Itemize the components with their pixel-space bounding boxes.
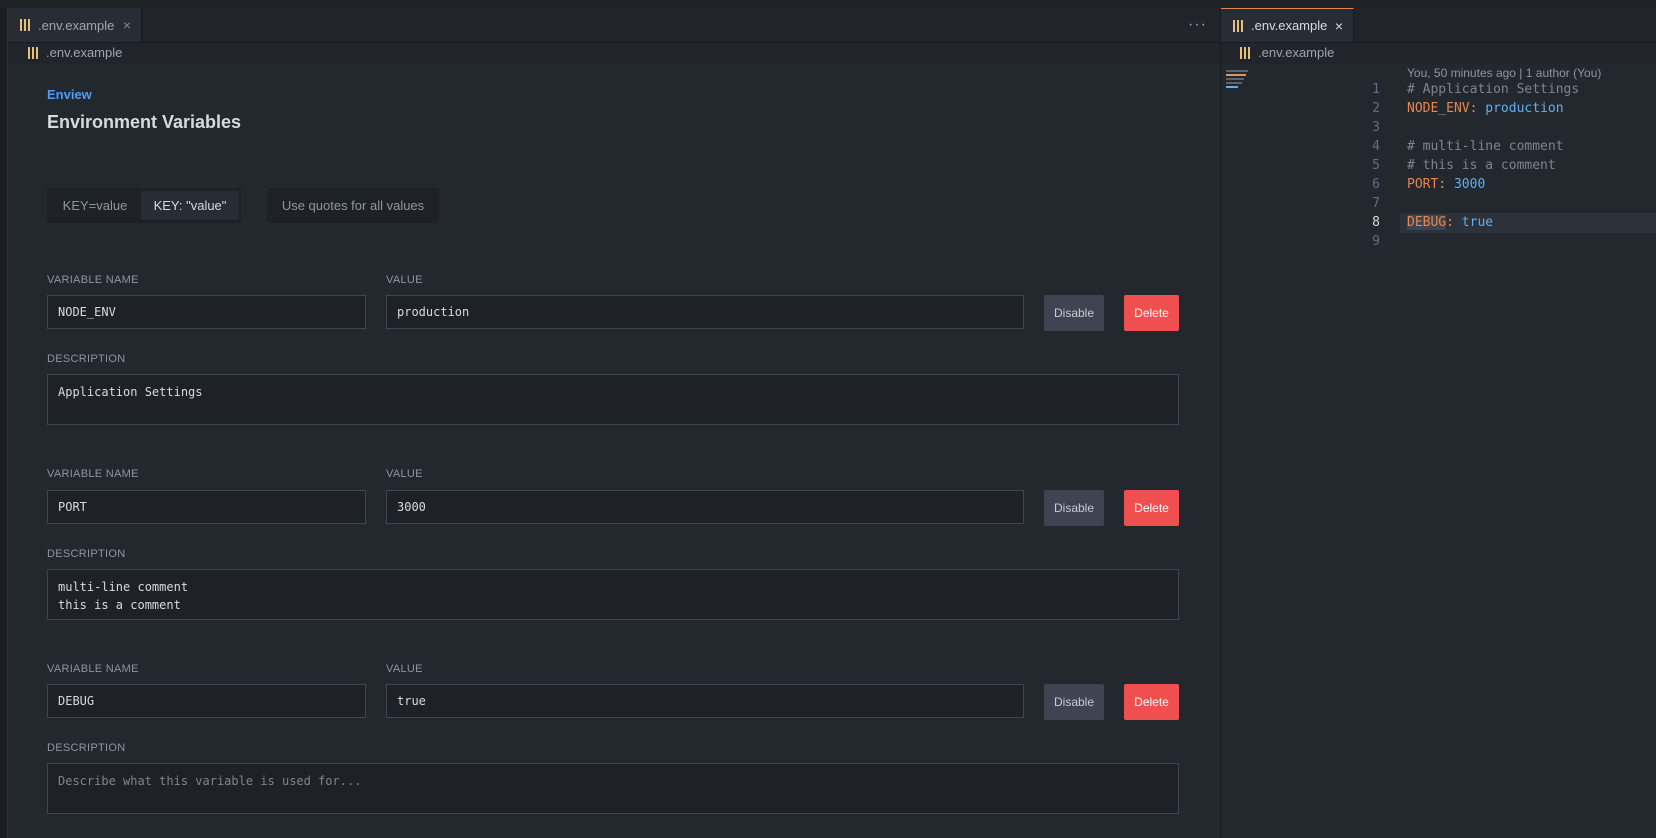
more-actions-icon[interactable]: ···	[1188, 16, 1207, 34]
enview-panel	[8, 64, 1220, 838]
code-comment: # this is a comment	[1407, 158, 1556, 173]
tab-env-example-webview[interactable]: .env.example ×	[8, 8, 142, 42]
disable-button[interactable]: Disable	[1044, 684, 1104, 720]
git-blame-annotation[interactable]: You, 50 minutes ago | 1 author (You)	[1407, 66, 1601, 80]
close-icon[interactable]: ×	[123, 17, 131, 33]
variable-name-input[interactable]: DEBUG	[47, 684, 366, 718]
code-separator: :	[1438, 177, 1454, 192]
variable-name-label: VARIABLE NAME	[47, 468, 139, 480]
line-number: 6	[1372, 177, 1380, 192]
tab-label: .env.example	[1251, 18, 1328, 33]
delete-button[interactable]: Delete	[1124, 295, 1179, 331]
description-textarea[interactable]: Describe what this variable is used for.…	[47, 763, 1179, 814]
format-option-key-colon-value[interactable]: KEY: "value"	[141, 191, 239, 220]
description-textarea[interactable]: Application Settings	[47, 374, 1179, 425]
line-number: 5	[1372, 158, 1380, 173]
code-separator: :	[1446, 215, 1462, 230]
code-value: production	[1485, 101, 1564, 116]
description-textarea[interactable]: multi-line comment this is a comment	[47, 569, 1179, 620]
breadcrumb[interactable]: .env.example	[26, 45, 122, 60]
value-label: VALUE	[386, 274, 423, 286]
code-key: NODE_ENV	[1407, 101, 1470, 116]
env-file-icon	[1238, 46, 1252, 60]
code-line[interactable]: NODE_ENV: production	[1407, 101, 1564, 116]
variable-name-input[interactable]: NODE_ENV	[47, 295, 366, 329]
use-quotes-toggle[interactable]: Use quotes for all values	[267, 188, 439, 223]
line-number: 1	[1372, 82, 1380, 97]
code-line[interactable]: # this is a comment	[1407, 158, 1556, 173]
variable-name-label: VARIABLE NAME	[47, 274, 139, 286]
line-number: 4	[1372, 139, 1380, 154]
env-file-icon	[1231, 19, 1245, 33]
code-line[interactable]: # Application Settings	[1407, 82, 1579, 97]
delete-button[interactable]: Delete	[1124, 490, 1179, 526]
minimap[interactable]	[1226, 70, 1256, 94]
format-option-key-equals-value[interactable]: KEY=value	[50, 191, 140, 220]
code-value: true	[1461, 215, 1494, 230]
line-number: 8	[1372, 215, 1380, 230]
disable-button[interactable]: Disable	[1044, 490, 1104, 526]
left-tab-strip	[8, 8, 1220, 43]
code-comment: # Application Settings	[1407, 82, 1580, 97]
breadcrumb-file[interactable]: .env.example	[1258, 45, 1334, 60]
app-brand: Enview	[47, 87, 92, 102]
breadcrumb[interactable]: .env.example	[1238, 45, 1334, 60]
code-value: 3000	[1453, 177, 1486, 192]
disable-button[interactable]: Disable	[1044, 295, 1104, 331]
line-number: 9	[1372, 234, 1380, 249]
variable-name-input[interactable]: PORT	[47, 490, 366, 524]
description-label: DESCRIPTION	[47, 742, 126, 754]
code-key: DEBUG	[1407, 215, 1447, 230]
value-label: VALUE	[386, 468, 423, 480]
line-number: 3	[1372, 120, 1380, 135]
breadcrumb-file[interactable]: .env.example	[46, 45, 122, 60]
code-separator: :	[1469, 101, 1486, 116]
value-input[interactable]: production	[386, 295, 1024, 329]
tab-env-example-source[interactable]: .env.example ×	[1221, 8, 1354, 42]
code-line[interactable]: DEBUG: true	[1407, 215, 1493, 230]
value-input[interactable]: true	[386, 684, 1024, 718]
line-number: 7	[1372, 196, 1380, 211]
code-comment: # multi-line comment	[1407, 139, 1564, 154]
page-title: Environment Variables	[47, 112, 242, 132]
activity-gutter	[0, 8, 8, 838]
tab-label: .env.example	[38, 17, 115, 33]
format-toggle: KEY=value KEY: "value"	[47, 188, 241, 223]
value-label: VALUE	[386, 663, 423, 675]
description-label: DESCRIPTION	[47, 548, 126, 560]
description-label: DESCRIPTION	[47, 353, 126, 365]
value-input[interactable]: 3000	[386, 490, 1024, 524]
env-file-icon	[18, 18, 32, 32]
line-number: 2	[1372, 101, 1380, 116]
code-key: PORT	[1407, 177, 1439, 192]
variable-name-label: VARIABLE NAME	[47, 663, 139, 675]
code-line[interactable]: PORT: 3000	[1407, 177, 1485, 192]
delete-button[interactable]: Delete	[1124, 684, 1179, 720]
title-bar-strip	[0, 0, 1656, 8]
close-icon[interactable]: ×	[1335, 18, 1343, 34]
env-file-icon	[26, 46, 40, 60]
code-line[interactable]: # multi-line comment	[1407, 139, 1564, 154]
